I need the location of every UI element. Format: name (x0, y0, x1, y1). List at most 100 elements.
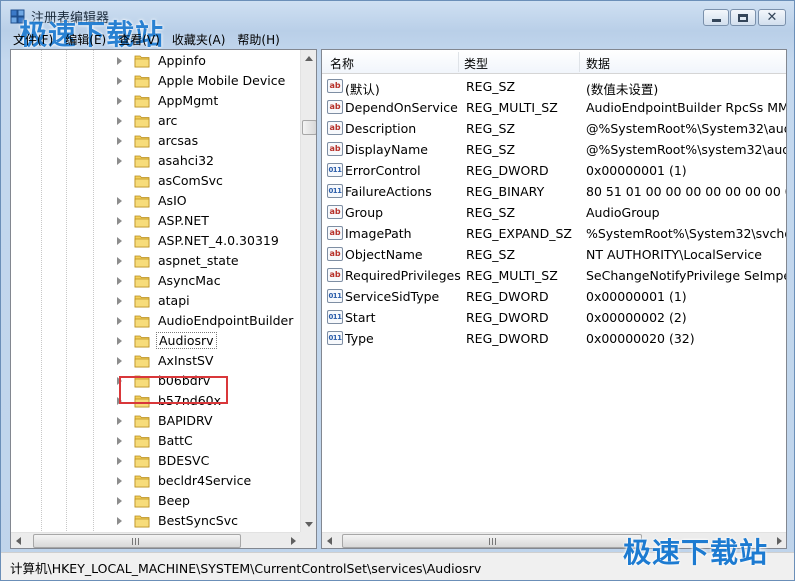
tree-item[interactable]: BAPIDRV (11, 411, 301, 431)
expand-arrow-icon[interactable] (117, 397, 122, 405)
string-value-icon: ab (327, 142, 343, 156)
expand-arrow-icon[interactable] (117, 117, 122, 125)
value-row[interactable]: ab ImagePath REG_EXPAND_SZ %SystemRoot%\Sys… (322, 223, 786, 244)
menu-help[interactable]: 帮助(H) (237, 31, 279, 48)
tree-item[interactable]: Apple Mobile Device (11, 71, 301, 91)
tree-item[interactable]: Appinfo (11, 51, 301, 71)
expand-arrow-icon[interactable] (117, 77, 122, 85)
scroll-left-icon[interactable] (16, 537, 21, 545)
value-type: REG_SZ (466, 205, 516, 220)
value-row[interactable]: ab Group REG_SZ AudioGroup (322, 202, 786, 223)
expand-arrow-icon[interactable] (117, 277, 122, 285)
value-row[interactable]: 011 Start REG_DWORD 0x00000002 (2) (322, 307, 786, 328)
value-name: RequiredPrivileges (345, 268, 461, 283)
tree-item[interactable]: Beep (11, 491, 301, 511)
value-row[interactable]: 011 FailureActions REG_BINARY 80 51 01 00 0… (322, 181, 786, 202)
expand-arrow-icon[interactable] (117, 257, 122, 265)
value-row[interactable]: ab ObjectName REG_SZ NT AUTHORITY\LocalServ… (322, 244, 786, 265)
folder-icon (134, 355, 150, 368)
scroll-right-icon[interactable] (291, 537, 296, 545)
tree-vertical-scrollbar[interactable] (300, 50, 316, 532)
expand-arrow-icon[interactable] (117, 317, 122, 325)
tree-item[interactable]: Audiosrv (11, 331, 301, 351)
value-row[interactable]: ab RequiredPrivileges REG_MULTI_SZ SeChange… (322, 265, 786, 286)
value-row[interactable]: ab Description REG_SZ @%SystemRoot%\System3… (322, 118, 786, 139)
value-row[interactable]: ab DisplayName REG_SZ @%SystemRoot%\system3… (322, 139, 786, 160)
tree-item[interactable]: arcsas (11, 131, 301, 151)
tree-item[interactable]: atapi (11, 291, 301, 311)
expand-arrow-icon[interactable] (117, 437, 122, 445)
folder-icon (134, 315, 150, 328)
folder-icon (134, 135, 150, 148)
tree-item[interactable]: AudioEndpointBuilder (11, 311, 301, 331)
expand-arrow-icon[interactable] (117, 477, 122, 485)
value-row[interactable]: ab (默认) REG_SZ (数值未设置) (322, 76, 786, 97)
tree-item[interactable]: ASP.NET (11, 211, 301, 231)
expand-arrow-icon[interactable] (117, 357, 122, 365)
value-row[interactable]: ab DependOnService REG_MULTI_SZ AudioEndpoi… (322, 97, 786, 118)
scroll-thumb[interactable] (342, 534, 642, 548)
tree-item[interactable]: b57nd60x (11, 391, 301, 411)
close-button[interactable]: ✕ (758, 9, 786, 26)
value-type: REG_SZ (466, 121, 516, 136)
menu-bar: 文件(F) 编辑(E) 查看(V) 收藏夹(A) 帮助(H) (1, 29, 794, 49)
tree-item[interactable]: aspnet_state (11, 251, 301, 271)
value-row[interactable]: 011 ServiceSidType REG_DWORD 0x00000001 (1) (322, 286, 786, 307)
tree-item[interactable]: arc (11, 111, 301, 131)
tree-horizontal-scrollbar[interactable] (11, 532, 300, 548)
menu-file[interactable]: 文件(F) (13, 31, 53, 48)
expand-arrow-icon[interactable] (117, 197, 122, 205)
expand-arrow-icon[interactable] (117, 337, 122, 345)
value-row[interactable]: 011 Type REG_DWORD 0x00000020 (32) (322, 328, 786, 349)
scroll-left-icon[interactable] (327, 537, 332, 545)
tree-item[interactable]: AppMgmt (11, 91, 301, 111)
expand-arrow-icon[interactable] (117, 377, 122, 385)
scroll-thumb[interactable] (302, 120, 316, 135)
tree-item[interactable]: AsyncMac (11, 271, 301, 291)
tree-item[interactable]: AxInstSV (11, 351, 301, 371)
values-list-pane[interactable]: 名称 类型 数据 ab (默认) REG_SZ (数值未设置) ab DependOnSe… (321, 49, 787, 549)
tree-item[interactable]: BDESVC (11, 451, 301, 471)
tree-item[interactable]: AsIO (11, 191, 301, 211)
tree-item[interactable]: BestSyncSvc (11, 511, 301, 531)
expand-arrow-icon[interactable] (117, 217, 122, 225)
tree-item[interactable]: ASP.NET_4.0.30319 (11, 231, 301, 251)
watermark-logo-bottom: 极速下载站 (623, 536, 769, 569)
menu-view[interactable]: 查看(V) (118, 31, 160, 48)
column-header-data[interactable]: 数据 (586, 55, 610, 72)
tree-item-label: Appinfo (158, 53, 206, 68)
column-divider[interactable] (579, 52, 580, 72)
tree-item-label: BAPIDRV (158, 413, 213, 428)
expand-arrow-icon[interactable] (117, 297, 122, 305)
expand-arrow-icon[interactable] (117, 237, 122, 245)
maximize-button[interactable] (730, 9, 756, 26)
column-divider[interactable] (458, 52, 459, 72)
tree-item[interactable]: BattC (11, 431, 301, 451)
expand-arrow-icon[interactable] (117, 417, 122, 425)
key-tree-pane[interactable]: Appinfo Apple Mobile Device AppMgmt arc arcs… (10, 49, 317, 549)
scroll-thumb[interactable] (33, 534, 241, 548)
expand-arrow-icon[interactable] (117, 137, 122, 145)
tree-item[interactable]: asComSvc (11, 171, 301, 191)
menu-favorites[interactable]: 收藏夹(A) (172, 31, 226, 48)
expand-arrow-icon[interactable] (117, 457, 122, 465)
scroll-down-icon[interactable] (305, 522, 313, 527)
expand-arrow-icon[interactable] (117, 57, 122, 65)
scroll-right-icon[interactable] (777, 537, 782, 545)
tree-item[interactable]: b06bdrv (11, 371, 301, 391)
expand-arrow-icon[interactable] (117, 517, 122, 525)
tree-item[interactable]: asahci32 (11, 151, 301, 171)
value-name: ObjectName (345, 247, 423, 262)
value-row[interactable]: 011 ErrorControl REG_DWORD 0x00000001 (1) (322, 160, 786, 181)
expand-arrow-icon[interactable] (117, 497, 122, 505)
menu-edit[interactable]: 编辑(E) (65, 31, 106, 48)
folder-icon (134, 455, 150, 468)
scroll-up-icon[interactable] (305, 56, 313, 61)
column-header-type[interactable]: 类型 (464, 55, 488, 72)
expand-arrow-icon[interactable] (117, 97, 122, 105)
column-header-name[interactable]: 名称 (330, 55, 354, 72)
folder-icon (134, 415, 150, 428)
expand-arrow-icon[interactable] (117, 157, 122, 165)
minimize-button[interactable] (703, 9, 729, 26)
tree-item[interactable]: becldr4Service (11, 471, 301, 491)
